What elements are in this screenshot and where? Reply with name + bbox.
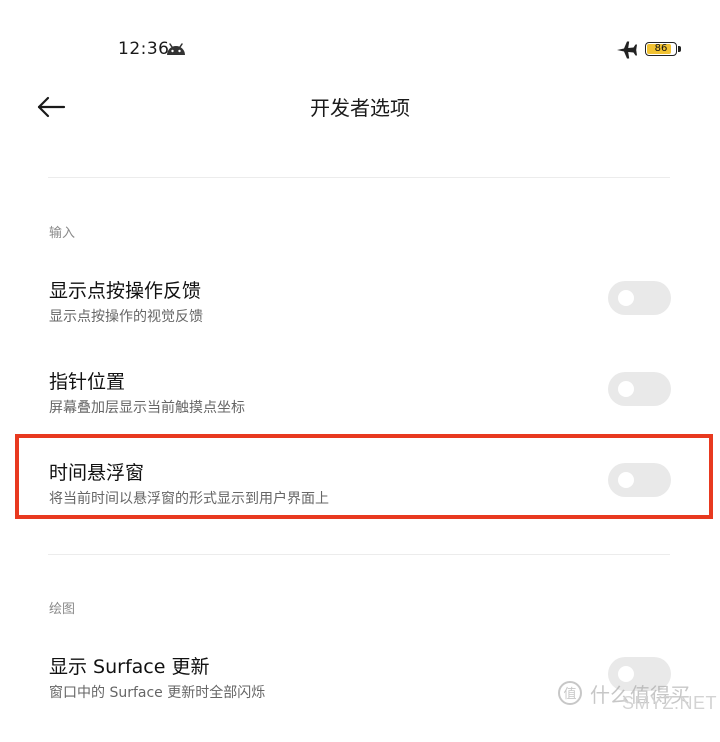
pointer-location-toggle[interactable] [608, 372, 671, 406]
setting-description: 显示点按操作的视觉反馈 [49, 309, 203, 325]
setting-title: 显示 Surface 更新 [49, 656, 210, 678]
show-taps-toggle[interactable] [608, 281, 671, 315]
battery-icon: 86 [645, 42, 683, 58]
status-time: 12:36 [118, 39, 170, 59]
setting-pointer-location[interactable]: 指针位置 屏幕叠加层显示当前触摸点坐标 [0, 367, 720, 457]
watermark-logo-icon: 值 [558, 681, 582, 705]
setting-title: 显示点按操作反馈 [49, 280, 202, 302]
section-header-input: 输入 [49, 226, 76, 241]
setting-show-taps[interactable]: 显示点按操作反馈 显示点按操作的视觉反馈 [0, 276, 720, 366]
time-floating-window-toggle[interactable] [608, 463, 671, 497]
status-bar: 12:36 86 [0, 0, 720, 100]
setting-description: 屏幕叠加层显示当前触摸点坐标 [49, 400, 245, 416]
android-icon [167, 43, 185, 55]
page-title: 开发者选项 [310, 96, 410, 120]
toggle-knob [618, 381, 634, 397]
battery-tip [678, 46, 681, 52]
setting-description: 窗口中的 Surface 更新时全部闪烁 [49, 685, 266, 701]
watermark: 值 什么值得买 SMYZ.NET [556, 677, 718, 719]
divider [48, 177, 670, 178]
setting-description: 将当前时间以悬浮窗的形式显示到用户界面上 [49, 491, 329, 507]
watermark-site: SMYZ.NET [622, 693, 718, 713]
svg-text:值: 值 [563, 686, 576, 702]
battery-body: 86 [645, 42, 677, 56]
airplane-mode-icon [617, 41, 637, 59]
toggle-knob [618, 472, 634, 488]
section-header-drawing: 绘图 [49, 602, 76, 617]
setting-time-floating-window[interactable]: 时间悬浮窗 将当前时间以悬浮窗的形式显示到用户界面上 [0, 458, 720, 548]
setting-title: 时间悬浮窗 [49, 462, 145, 484]
setting-title: 指针位置 [49, 371, 126, 393]
battery-level: 86 [654, 43, 668, 54]
toggle-knob [618, 290, 634, 306]
divider [48, 554, 670, 555]
